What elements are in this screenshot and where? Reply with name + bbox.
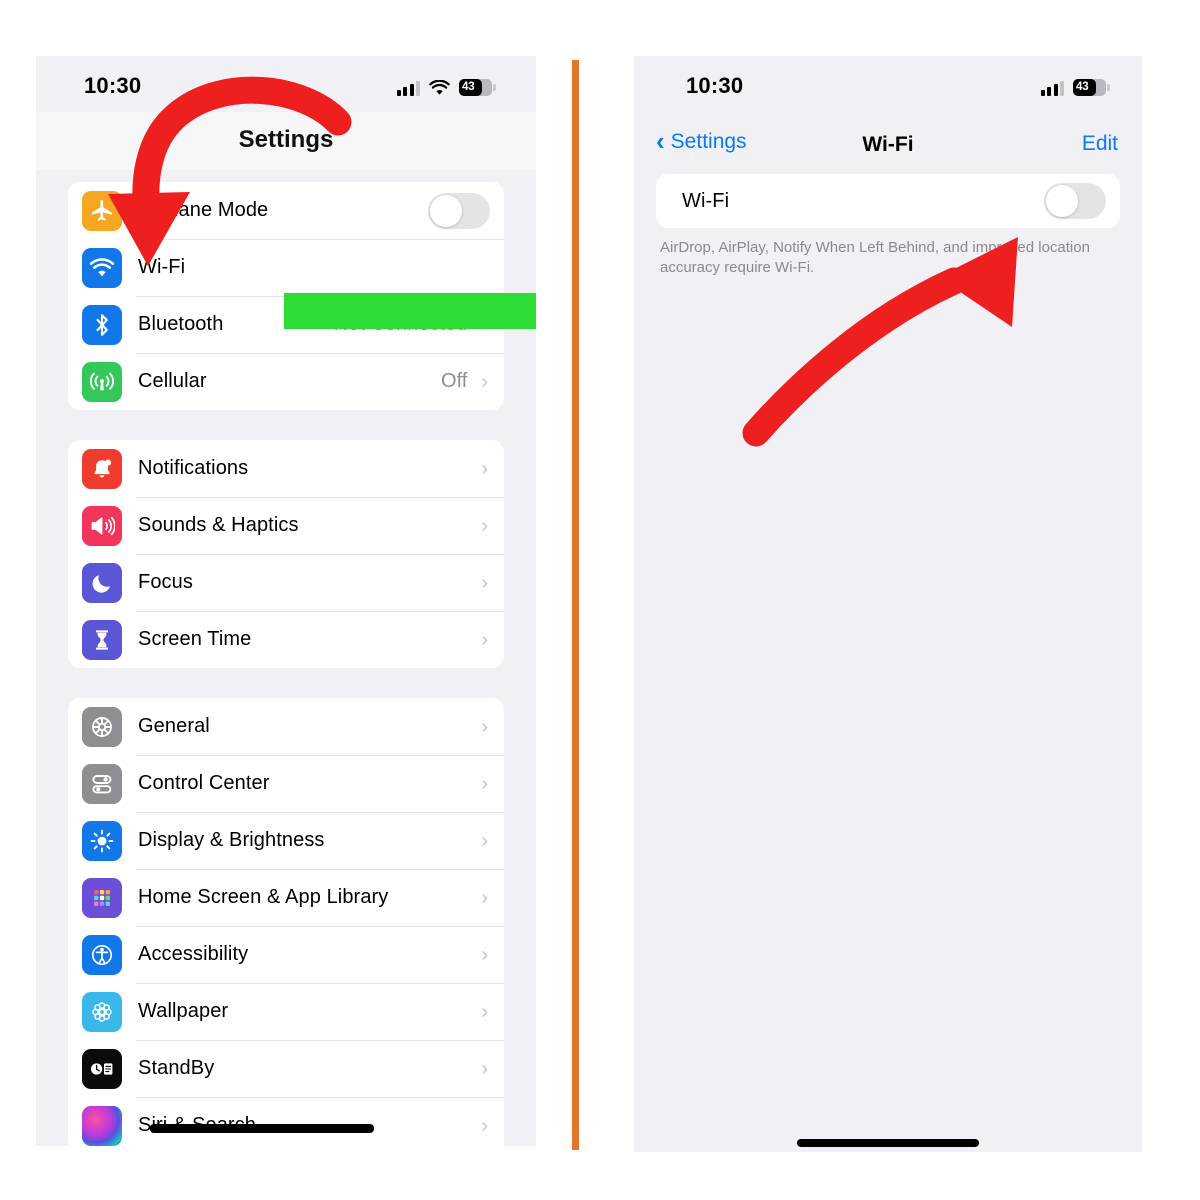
edit-button[interactable]: Edit: [1082, 132, 1118, 156]
settings-row-siri-search[interactable]: Siri & Search ›: [68, 1097, 504, 1146]
speaker-icon: [82, 505, 122, 546]
bell-icon: [82, 448, 122, 489]
row-label: Screen Time: [138, 628, 252, 650]
settings-row-control-center[interactable]: Control Center ›: [68, 755, 504, 812]
chevron-right-icon: ›: [481, 514, 488, 537]
wifi-nav-bar: ‹ Settings Wi-Fi Edit: [634, 112, 1142, 174]
left-phone-screen: 10:30 43 Settings Airplane Mode Wi-Fi Bl…: [36, 56, 536, 1146]
airplane-icon: [82, 190, 122, 231]
chevron-right-icon: ›: [481, 772, 488, 795]
row-label: Accessibility: [138, 943, 249, 965]
settings-row-notifications[interactable]: Notifications ›: [68, 440, 504, 497]
right-phone-screen: 10:30 43 ‹ Settings Wi-Fi Edit Wi-Fi Air…: [634, 56, 1142, 1152]
settings-nav-bar: Settings: [36, 112, 536, 171]
panel-divider: [572, 60, 579, 1150]
settings-group-notifications: Notifications › Sounds & Haptics › Focus…: [68, 440, 504, 668]
redaction-bar-green: [284, 293, 536, 329]
settings-group-system: General › Control Center › Display & Bri…: [68, 698, 504, 1146]
chevron-right-icon: ›: [481, 715, 488, 738]
chevron-right-icon: ›: [481, 457, 488, 480]
status-bar-left: 10:30 43: [36, 56, 536, 112]
row-label: Home Screen & App Library: [138, 886, 389, 908]
settings-row-airplane-mode[interactable]: Airplane Mode: [68, 182, 504, 239]
page-title: Settings: [238, 126, 334, 153]
screenshot-stage: 10:30 43 Settings Airplane Mode Wi-Fi Bl…: [0, 0, 1200, 1200]
grid-icon: [82, 877, 122, 918]
flower-icon: [82, 991, 122, 1032]
settings-row-cellular[interactable]: Cellular Off ›: [68, 353, 504, 410]
battery-icon: 43: [1073, 79, 1110, 96]
status-icons: 43: [1040, 74, 1110, 96]
chevron-right-icon: ›: [481, 628, 488, 651]
page-title: Wi-Fi: [862, 133, 914, 156]
settings-row-sounds-haptics[interactable]: Sounds & Haptics ›: [68, 497, 504, 554]
bluetooth-icon: [82, 304, 122, 345]
wifi-toggle-card: Wi-Fi: [656, 174, 1120, 228]
settings-row-accessibility[interactable]: Accessibility ›: [68, 926, 504, 983]
gear-icon: [82, 706, 122, 747]
battery-icon: 43: [459, 79, 496, 96]
siri-icon: [82, 1105, 122, 1146]
brightness-icon: [82, 820, 122, 861]
settings-row-display-brightness[interactable]: Display & Brightness ›: [68, 812, 504, 869]
row-value: Off: [441, 370, 468, 392]
wifi-icon: [429, 79, 450, 96]
settings-row-standby[interactable]: StandBy ›: [68, 1040, 504, 1097]
home-indicator-right: [797, 1139, 979, 1147]
cellular-antenna-icon: [82, 361, 122, 402]
wifi-toggle[interactable]: [1044, 183, 1106, 219]
chevron-right-icon: ›: [481, 829, 488, 852]
row-label: General: [138, 715, 210, 737]
row-label: Notifications: [138, 457, 249, 479]
row-label: Wi-Fi: [138, 256, 186, 278]
chevron-right-icon: ›: [481, 571, 488, 594]
status-time: 10:30: [84, 73, 142, 98]
settings-row-wallpaper[interactable]: Wallpaper ›: [68, 983, 504, 1040]
status-time: 10:30: [686, 73, 744, 98]
battery-level: 43: [462, 80, 475, 93]
status-icons: 43: [396, 74, 496, 96]
home-indicator-left: [150, 1124, 374, 1133]
row-label: Bluetooth: [138, 313, 224, 335]
standby-icon: [82, 1048, 122, 1089]
settings-row-wifi[interactable]: Wi-Fi: [68, 239, 504, 296]
cellular-icon: [1040, 80, 1064, 96]
settings-row-home-screen[interactable]: Home Screen & App Library ›: [68, 869, 504, 926]
wifi-icon: [82, 247, 122, 288]
chevron-right-icon: ›: [481, 1057, 488, 1080]
airplane-mode-toggle[interactable]: [428, 192, 490, 229]
accessibility-icon: [82, 934, 122, 975]
settings-row-screen-time[interactable]: Screen Time ›: [68, 611, 504, 668]
row-label: Display & Brightness: [138, 829, 325, 851]
moon-icon: [82, 562, 122, 603]
settings-row-general[interactable]: General ›: [68, 698, 504, 755]
row-label: Cellular: [138, 370, 207, 392]
chevron-right-icon: ›: [481, 886, 488, 909]
wifi-toggle-row[interactable]: Wi-Fi: [656, 174, 1120, 228]
settings-row-focus[interactable]: Focus ›: [68, 554, 504, 611]
row-label: Wallpaper: [138, 1000, 229, 1022]
cellular-icon: [396, 80, 420, 96]
row-label: Focus: [138, 571, 193, 593]
chevron-right-icon: ›: [481, 370, 488, 393]
row-label: StandBy: [138, 1057, 215, 1079]
row-label: Wi-Fi: [682, 189, 730, 212]
wifi-footnote: AirDrop, AirPlay, Notify When Left Behin…: [660, 239, 1090, 277]
status-bar-right: 10:30 43: [634, 56, 1142, 112]
hourglass-icon: [82, 619, 122, 660]
chevron-right-icon: ›: [481, 1114, 488, 1137]
row-label: Control Center: [138, 772, 270, 794]
row-label: Airplane Mode: [138, 199, 269, 221]
battery-level: 43: [1076, 80, 1089, 93]
sliders-icon: [82, 763, 122, 804]
wifi-settings-body: Wi-Fi AirDrop, AirPlay, Notify When Left…: [634, 174, 1142, 1152]
chevron-right-icon: ›: [481, 943, 488, 966]
chevron-right-icon: ›: [481, 1000, 488, 1023]
row-label: Sounds & Haptics: [138, 514, 299, 536]
